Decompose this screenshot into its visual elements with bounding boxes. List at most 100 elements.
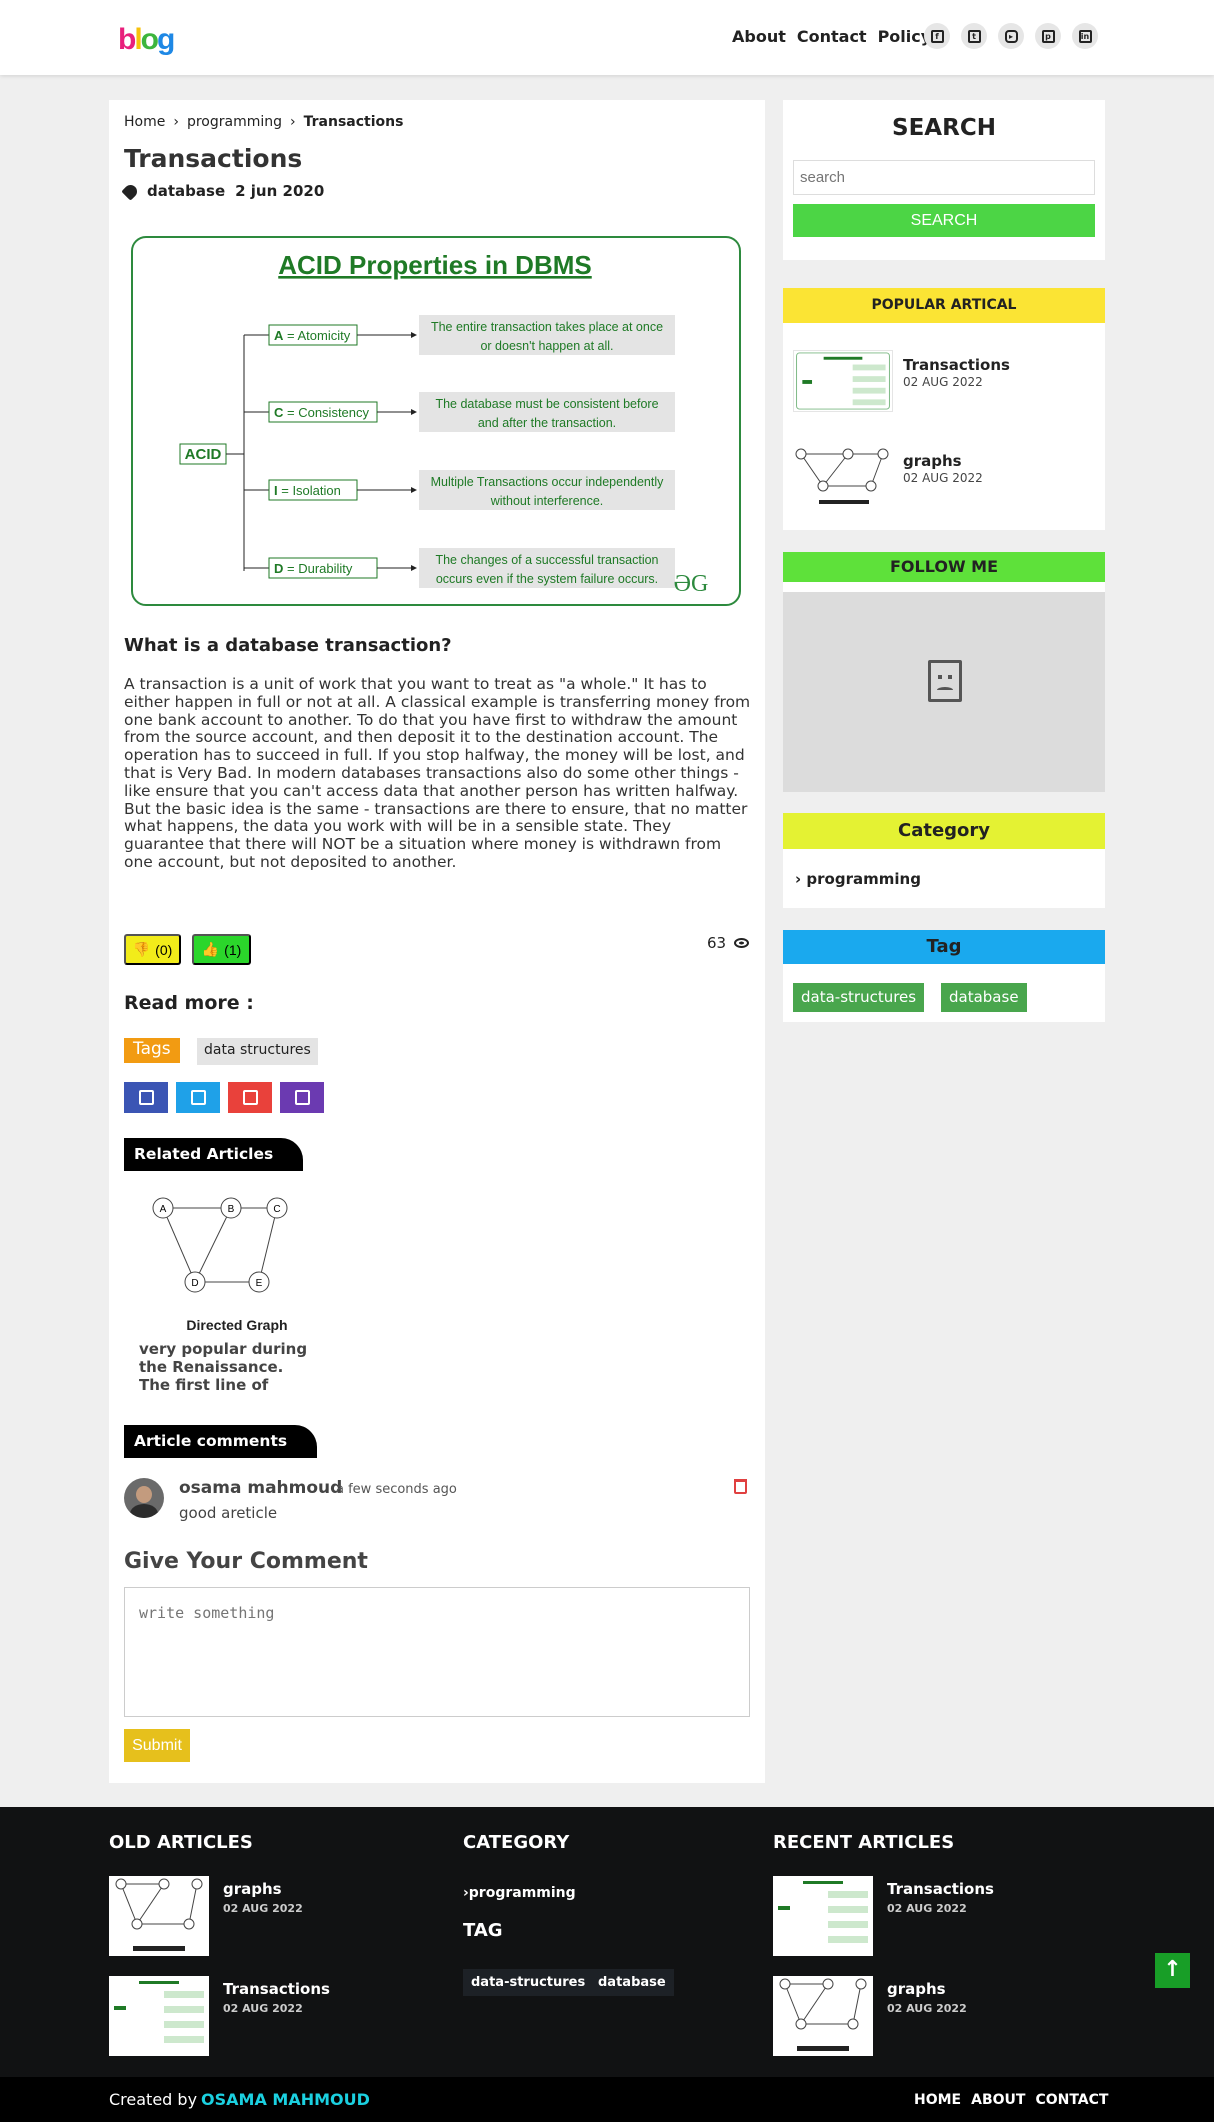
breadcrumb-home[interactable]: Home — [124, 114, 165, 130]
acid-property-label: D = Durability — [274, 561, 353, 576]
graph-node-label: A — [160, 1204, 167, 1215]
credits-label: Created by — [109, 2090, 198, 2109]
tags-label: Tags — [124, 1038, 180, 1063]
acid-property-label: I = Isolation — [274, 483, 341, 498]
broken-page-icon — [928, 660, 962, 702]
popular-article-item[interactable]: graphs 02 AUG 2022 — [793, 446, 1093, 508]
twitter-icon[interactable]: t — [961, 23, 987, 49]
footer-old-article[interactable]: graphs 02 AUG 2022 — [109, 1876, 409, 1956]
footer-article-date: 02 AUG 2022 — [223, 1902, 303, 1915]
acid-property-desc: without interference. — [490, 494, 604, 508]
footer-category-link[interactable]: ›programming — [463, 1885, 576, 1901]
footer-article-title: graphs — [223, 1880, 282, 1898]
pinterest-icon — [242, 1090, 258, 1105]
article-meta: database 2 jun 2020 — [121, 181, 324, 201]
article-container: Home › programming › Transactions Transa… — [109, 100, 765, 1783]
logo-letter: o — [140, 23, 159, 56]
related-article-thumbnail[interactable]: A B C D E Directed Graph — [139, 1185, 339, 1335]
breadcrumb-current: Transactions — [303, 114, 404, 130]
thumbs-up-icon: 👍 — [201, 941, 220, 957]
submit-button[interactable]: Submit — [124, 1729, 190, 1762]
share-twitter-button[interactable] — [176, 1082, 220, 1113]
search-title: SEARCH — [892, 115, 996, 141]
footer-recent-article[interactable]: graphs 02 AUG 2022 — [773, 1976, 1073, 2056]
popular-article-item[interactable]: Transactions 02 AUG 2022 — [793, 350, 1093, 412]
related-article-snippet[interactable]: very popular during the Renaissance. The… — [139, 1340, 314, 1394]
dislike-button[interactable]: 👎 (0) — [124, 934, 181, 965]
tag-title: Tag — [783, 930, 1105, 964]
category-widget: Category › programming — [783, 813, 1105, 908]
scroll-to-top-button[interactable]: ↑ — [1155, 1953, 1190, 1988]
acid-property-label: C = Consistency — [274, 405, 370, 420]
share-pinterest-button[interactable] — [228, 1082, 272, 1113]
diagram-title: ACID Properties in DBMS — [278, 250, 592, 280]
read-more-heading: Read more : — [124, 992, 254, 1014]
footer-article-date: 02 AUG 2022 — [223, 2002, 303, 2015]
footer-tag-chip[interactable]: data-structures — [463, 1969, 594, 1996]
trash-icon[interactable] — [734, 1479, 747, 1494]
acid-property-desc: Multiple Transactions occur independentl… — [431, 475, 665, 489]
footer-old-article[interactable]: Transactions 02 AUG 2022 — [109, 1976, 409, 2056]
tag-chip[interactable]: data structures — [197, 1038, 318, 1065]
avatar — [124, 1478, 164, 1518]
share-facebook-button[interactable] — [124, 1082, 168, 1113]
acid-property-desc: The database must be consistent before — [435, 397, 658, 411]
article-tag-link[interactable]: database — [147, 182, 225, 200]
search-input[interactable] — [793, 160, 1095, 195]
article-heading: What is a database transaction? — [124, 635, 452, 656]
footer-article-date: 02 AUG 2022 — [887, 1902, 967, 1915]
footer-category-title: CATEGORY — [463, 1832, 570, 1853]
comment-form-title: Give Your Comment — [124, 1549, 368, 1574]
article-body: A transaction is a unit of work that you… — [124, 675, 751, 871]
bottom-home-link[interactable]: HOME — [914, 2092, 961, 2108]
graph-node-label: B — [228, 1204, 235, 1215]
view-count: 63 — [707, 934, 727, 952]
facebook-icon[interactable]: f — [924, 23, 950, 49]
share-linkedin-button[interactable] — [280, 1082, 324, 1113]
graph-node-label: D — [191, 1278, 198, 1289]
bottom-about-link[interactable]: ABOUT — [971, 2092, 1025, 2108]
tag-chip-database[interactable]: database — [941, 983, 1027, 1012]
facebook-icon — [138, 1090, 154, 1105]
search-button[interactable]: SEARCH — [793, 204, 1095, 237]
footer-article-date: 02 AUG 2022 — [887, 2002, 967, 2015]
footer-article-thumbnail — [109, 1876, 209, 1956]
comment-text: good areticle — [179, 1504, 278, 1522]
like-button[interactable]: 👍 (1) — [192, 934, 251, 965]
bottom-contact-link[interactable]: CONTACT — [1035, 2092, 1108, 2108]
site-logo[interactable]: blog — [118, 23, 175, 56]
nav-contact-link[interactable]: Contact — [797, 27, 867, 46]
popular-articles-widget: POPULAR ARTICAL Transactions 02 AUG 2022… — [783, 288, 1105, 530]
tag-widget: Tag data-structures database — [783, 930, 1105, 1022]
footer-category-label: programming — [468, 1885, 576, 1901]
chevron-right-icon: › — [290, 114, 296, 130]
pinterest-icon[interactable]: p — [1035, 23, 1061, 49]
category-link-programming[interactable]: › programming — [795, 870, 921, 888]
linkedin-icon[interactable]: in — [1072, 23, 1098, 49]
footer-old-articles-title: OLD ARTICLES — [109, 1832, 253, 1853]
follow-widget: FOLLOW ME — [783, 552, 1105, 792]
follow-title: FOLLOW ME — [783, 552, 1105, 582]
footer-recent-article[interactable]: Transactions 02 AUG 2022 — [773, 1876, 1073, 1956]
footer-article-title: Transactions — [887, 1880, 994, 1898]
comment-textarea[interactable] — [124, 1587, 750, 1717]
author-link[interactable]: OSAMA MAHMOUD — [201, 2090, 370, 2109]
category-label: programming — [806, 870, 921, 888]
footer-tag-chip[interactable]: database — [590, 1969, 674, 1996]
footer: OLD ARTICLES graphs 02 AUG 2022 Transact… — [0, 1807, 1214, 2077]
acid-property-label: A = Atomicity — [274, 328, 351, 343]
tag-chip-data-structures[interactable]: data-structures — [793, 983, 925, 1012]
youtube-icon[interactable]: ▸ — [998, 23, 1024, 49]
acid-property-desc: The entire transaction takes place at on… — [431, 320, 663, 334]
popular-articles-title: POPULAR ARTICAL — [783, 288, 1105, 323]
footer-article-title: Transactions — [223, 1980, 330, 1998]
page-title: Transactions — [124, 144, 303, 173]
breadcrumb-category[interactable]: programming — [187, 114, 282, 130]
top-navbar: blog About Contact Policy f t ▸ p in — [0, 0, 1214, 75]
bottom-links: HOME ABOUT CONTACT — [914, 2092, 1108, 2108]
related-graph-caption: Directed Graph — [186, 1317, 287, 1333]
tag-icon — [121, 181, 140, 201]
chevron-right-icon: › — [173, 114, 179, 130]
nav-about-link[interactable]: About — [732, 27, 786, 46]
footer-tag-title: TAG — [463, 1920, 503, 1941]
